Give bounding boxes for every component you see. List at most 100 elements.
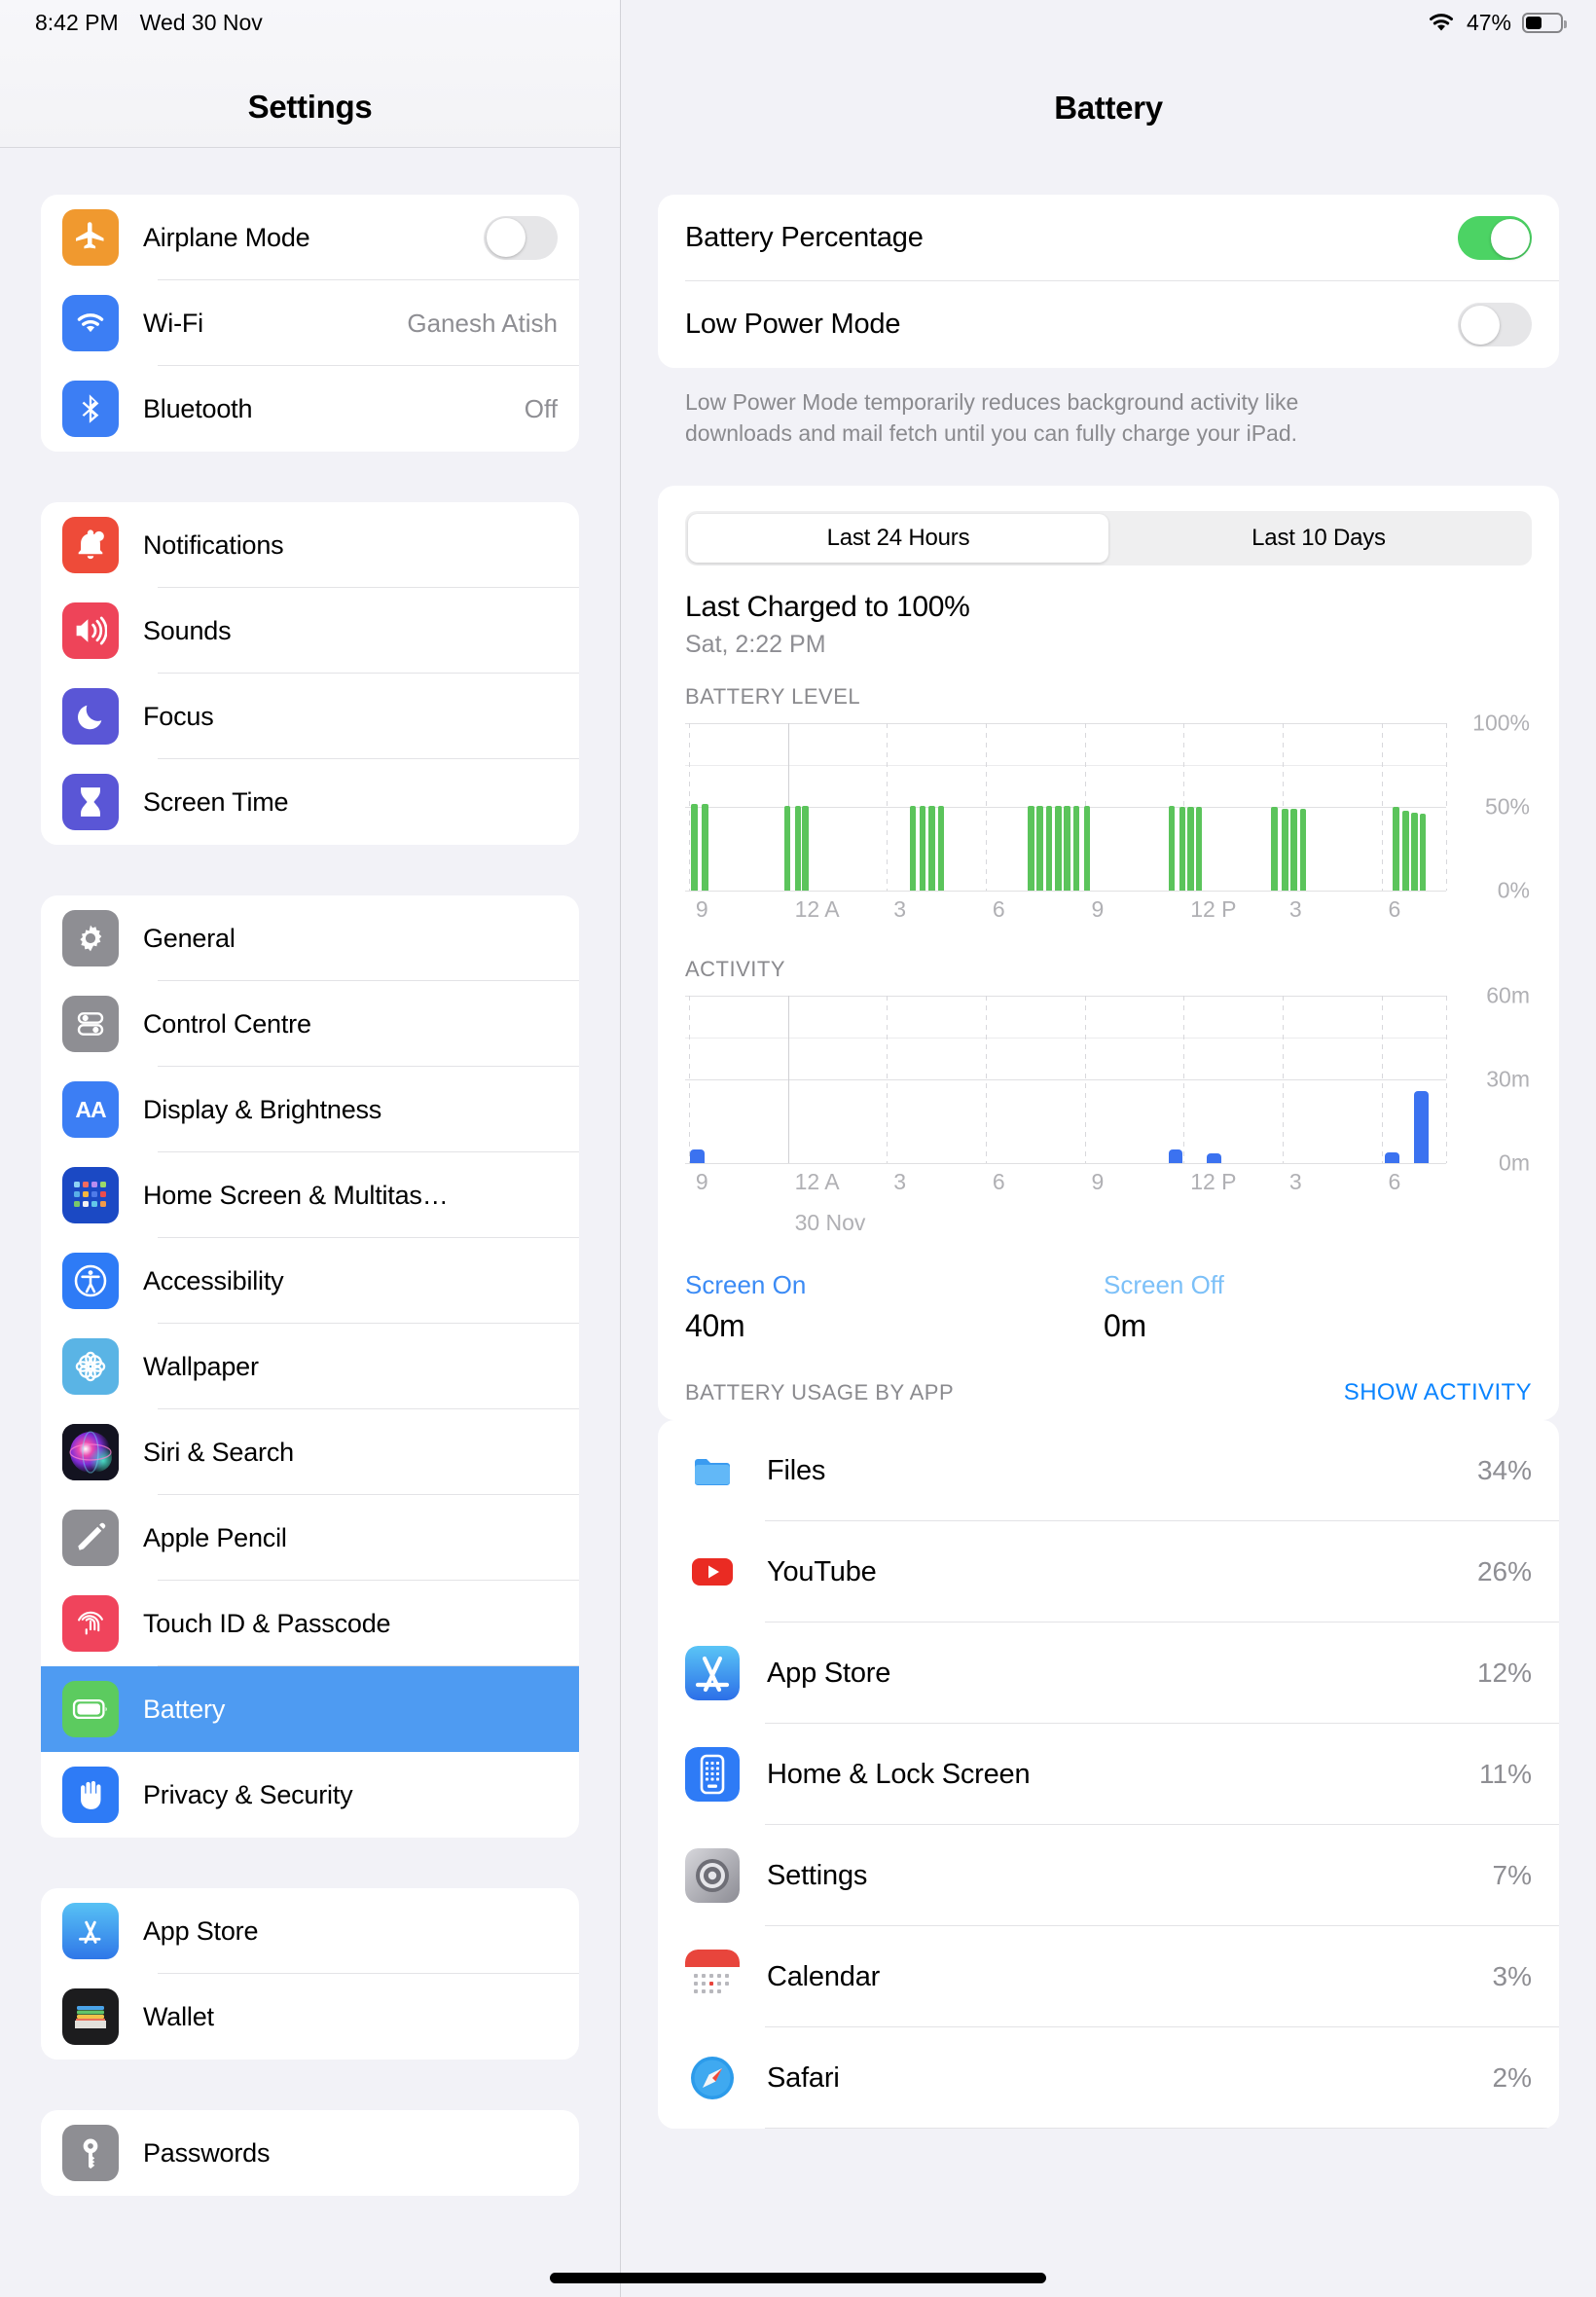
settings-gear-icon bbox=[685, 1848, 740, 1904]
status-bar-right: 47% bbox=[1427, 10, 1567, 36]
chart-bar bbox=[1064, 805, 1071, 892]
battery-percentage-row[interactable]: Battery Percentage bbox=[658, 195, 1559, 281]
low-power-mode-row[interactable]: Low Power Mode bbox=[658, 281, 1559, 368]
chart-bar bbox=[937, 805, 945, 892]
sidebar-item-wifi[interactable]: Wi-Fi Ganesh Atish bbox=[41, 280, 579, 366]
chart-bar bbox=[928, 805, 935, 892]
app-store-icon bbox=[62, 1903, 119, 1959]
app-battery-percent: 2% bbox=[1492, 2062, 1532, 2094]
x-axis-tick-label: 6 bbox=[1388, 1169, 1401, 1195]
wifi-network-value: Ganesh Atish bbox=[407, 308, 558, 338]
status-bar: 8:42 PM Wed 30 Nov 47% bbox=[0, 0, 1596, 45]
segment-last-24-hours[interactable]: Last 24 Hours bbox=[688, 514, 1108, 564]
battery-usage-app-row[interactable]: Calendar 3% bbox=[658, 1926, 1559, 2028]
battery-level-plot: 0% 50% 100% bbox=[685, 711, 1530, 903]
chart-bar bbox=[1045, 805, 1053, 892]
battery-level-xaxis: 9 12 A 3 6 9 12 P 3 6 bbox=[685, 896, 1446, 935]
x-axis-tick-label: 9 bbox=[1091, 896, 1105, 923]
control-centre-icon bbox=[62, 996, 119, 1052]
x-axis-tick-label: 9 bbox=[695, 896, 708, 923]
screen-on-value: 40m bbox=[685, 1308, 745, 1344]
chart-bar bbox=[1393, 807, 1399, 892]
battery-stats-card: Last 24 Hours Last 10 Days Last Charged … bbox=[658, 486, 1559, 1421]
home-indicator bbox=[550, 2273, 1046, 2283]
sidebar-item-label: Apple Pencil bbox=[143, 1522, 287, 1552]
battery-usage-app-row[interactable]: Home & Lock Screen 11% bbox=[658, 1724, 1559, 1826]
app-battery-percent: 26% bbox=[1476, 1556, 1532, 1587]
chart-bar bbox=[794, 805, 802, 892]
app-name: Calendar bbox=[767, 1960, 881, 1992]
app-name: Home & Lock Screen bbox=[767, 1758, 1031, 1790]
youtube-icon bbox=[685, 1545, 740, 1600]
last-charged-block: Last Charged to 100% Sat, 2:22 PM bbox=[658, 565, 1559, 659]
screen-time-summary: Screen On 40m Screen Off 0m bbox=[658, 1245, 1559, 1344]
battery-usage-app-row[interactable]: YouTube 26% bbox=[658, 1521, 1559, 1623]
sidebar-item-siri-search[interactable]: Siri & Search bbox=[41, 1409, 579, 1495]
sidebar-item-home-screen[interactable]: Home Screen & Multitas… bbox=[41, 1152, 579, 1238]
gridline-horizontal bbox=[685, 891, 1446, 893]
sidebar-item-label: Control Centre bbox=[143, 1008, 311, 1039]
sidebar-item-control-centre[interactable]: Control Centre bbox=[41, 981, 579, 1067]
last-charged-title: Last Charged to 100% bbox=[685, 591, 970, 624]
app-name: Settings bbox=[767, 1859, 868, 1891]
sidebar-item-airplane-mode[interactable]: Airplane Mode bbox=[41, 195, 579, 280]
low-power-mode-label: Low Power Mode bbox=[685, 309, 901, 340]
sidebar-group-passwords: Passwords bbox=[41, 2110, 579, 2196]
segment-last-10-days[interactable]: Last 10 Days bbox=[1108, 514, 1529, 563]
sidebar-item-touch-id-passcode[interactable]: Touch ID & Passcode bbox=[41, 1581, 579, 1666]
battery-percentage-toggle[interactable] bbox=[1458, 216, 1532, 260]
gear-icon bbox=[62, 910, 119, 966]
page-title: Battery bbox=[1054, 90, 1163, 126]
sidebar-item-notifications[interactable]: Notifications bbox=[41, 502, 579, 588]
y-axis-tick-label: 100% bbox=[1472, 710, 1530, 736]
activity-caption: ACTIVITY bbox=[685, 957, 786, 982]
sidebar-item-privacy-security[interactable]: Privacy & Security bbox=[41, 1752, 579, 1838]
time-range-segmented-control[interactable]: Last 24 Hours Last 10 Days bbox=[685, 511, 1532, 566]
chart-bar bbox=[1282, 809, 1288, 892]
sidebar-item-bluetooth[interactable]: Bluetooth Off bbox=[41, 366, 579, 452]
sidebar-item-focus[interactable]: Focus bbox=[41, 674, 579, 759]
sidebar-item-passwords[interactable]: Passwords bbox=[41, 2110, 579, 2196]
detail-scroll[interactable]: Battery Percentage Low Power Mode Low Po… bbox=[621, 148, 1596, 2130]
airplane-mode-toggle[interactable] bbox=[484, 215, 558, 260]
low-power-mode-toggle[interactable] bbox=[1458, 303, 1532, 346]
sidebar-item-label: Bluetooth bbox=[143, 393, 253, 423]
sidebar-item-app-store[interactable]: App Store bbox=[41, 1888, 579, 1974]
calendar-icon bbox=[685, 1950, 740, 2005]
battery-usage-app-row[interactable]: App Store 12% bbox=[658, 1622, 1559, 1725]
sidebar-item-sounds[interactable]: Sounds bbox=[41, 588, 579, 674]
sidebar-item-display-brightness[interactable]: AA Display & Brightness bbox=[41, 1067, 579, 1152]
x-axis-tick-label: 3 bbox=[893, 1169, 907, 1195]
activity-xaxis: 9 12 A 3 6 9 12 P 3 6 30 Nov bbox=[685, 1169, 1446, 1245]
battery-usage-app-list: Files 34% YouTube 26% App Store 12% Home & Loc… bbox=[658, 1420, 1559, 2130]
battery-usage-app-row[interactable]: Files 34% bbox=[658, 1420, 1559, 1522]
battery-icon bbox=[62, 1681, 119, 1737]
wallet-icon bbox=[62, 1988, 119, 2045]
sidebar-item-apple-pencil[interactable]: Apple Pencil bbox=[41, 1495, 579, 1581]
last-charged-subtitle: Sat, 2:22 PM bbox=[685, 631, 826, 659]
x-axis-tick-label: 9 bbox=[1091, 1169, 1105, 1195]
chart-bar bbox=[909, 805, 917, 892]
chart-bar bbox=[702, 804, 708, 892]
x-axis-tick-label: 3 bbox=[1288, 896, 1302, 923]
sidebar-item-battery[interactable]: Battery bbox=[41, 1666, 579, 1752]
sidebar-item-wallpaper[interactable]: Wallpaper bbox=[41, 1324, 579, 1409]
sidebar-item-label: Focus bbox=[143, 701, 214, 731]
sidebar-group-connectivity: Airplane Mode Wi-Fi Ganesh Atish Bluetoo… bbox=[41, 195, 579, 452]
sidebar-scroll[interactable]: Airplane Mode Wi-Fi Ganesh Atish Bluetoo… bbox=[0, 148, 620, 2196]
battery-usage-app-row[interactable]: Settings 7% bbox=[658, 1825, 1559, 1927]
sidebar-item-general[interactable]: General bbox=[41, 895, 579, 981]
battery-usage-app-row[interactable]: Safari 2% bbox=[658, 2027, 1559, 2130]
sidebar-item-wallet[interactable]: Wallet bbox=[41, 1974, 579, 2060]
chart-bars bbox=[685, 723, 1446, 892]
show-activity-button[interactable]: SHOW ACTIVITY bbox=[1344, 1379, 1532, 1406]
screen-on-block: Screen On 40m bbox=[685, 1270, 1104, 1344]
sidebar-item-accessibility[interactable]: Accessibility bbox=[41, 1238, 579, 1324]
chart-bar bbox=[1385, 1152, 1400, 1164]
activity-chart: ACTIVITY 0m 30m 60m 9 12 A 3 6 9 12 P 3 6 30 Nov bbox=[658, 935, 1559, 1245]
activity-plot: 0m 30m 60m bbox=[685, 983, 1530, 1176]
chart-bar bbox=[783, 805, 791, 892]
sidebar-item-screen-time[interactable]: Screen Time bbox=[41, 759, 579, 845]
app-name: Files bbox=[767, 1454, 826, 1486]
x-axis-tick-label: 12 P bbox=[1190, 896, 1237, 923]
